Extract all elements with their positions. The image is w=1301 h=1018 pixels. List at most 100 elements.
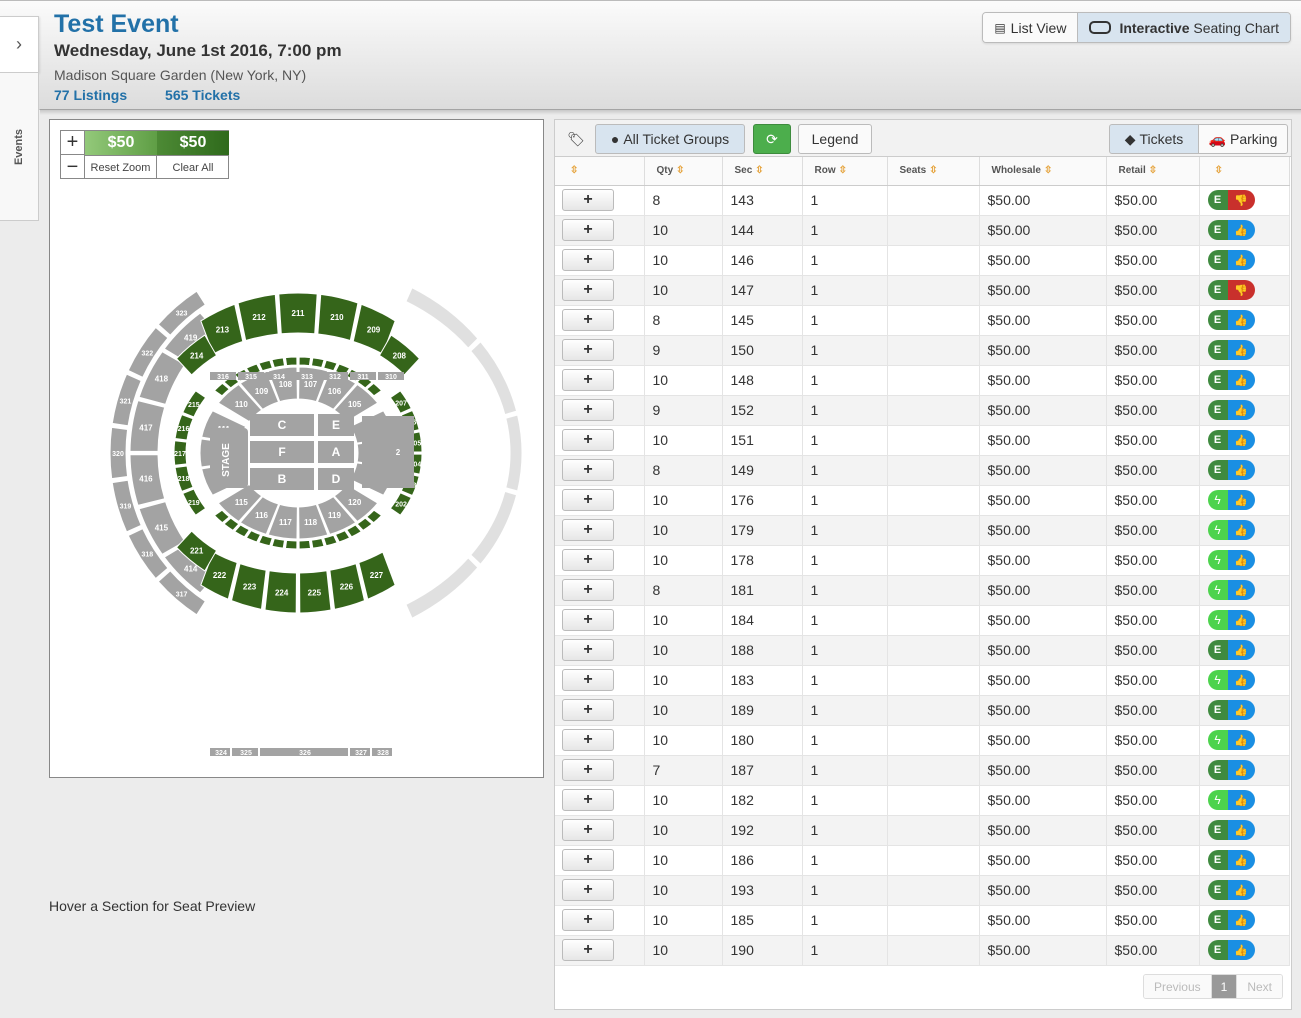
section-200-box[interactable] <box>284 539 298 550</box>
table-row[interactable]: +8 181 1 $50.00 $50.00 ϟ 👍 <box>555 575 1290 606</box>
section-300-right[interactable] <box>405 287 479 349</box>
section-300-right[interactable] <box>405 557 479 619</box>
seating-chart-button[interactable]: Interactive Seating Chart <box>1077 13 1290 42</box>
thumbs-up-icon[interactable]: 👍 <box>1227 610 1255 630</box>
section-200-box[interactable] <box>323 359 338 372</box>
thumbs-up-icon[interactable]: 👍 <box>1227 460 1255 480</box>
arena-map[interactable]: 3173183193203213223234144154164174184192… <box>50 240 543 770</box>
parking-tab[interactable]: 🚗 Parking <box>1198 124 1288 154</box>
add-ticket-button[interactable]: + <box>562 399 614 421</box>
column-header-add[interactable]: ⇳ <box>555 157 645 186</box>
add-ticket-button[interactable]: + <box>562 249 614 271</box>
thumbs-up-icon[interactable]: 👍 <box>1227 760 1255 780</box>
column-header-badges[interactable]: ⇳ <box>1199 157 1290 186</box>
section-200-box[interactable] <box>271 357 286 369</box>
table-row[interactable]: +8 149 1 $50.00 $50.00 E 👍 <box>555 455 1290 486</box>
table-row[interactable]: +10 188 1 $50.00 $50.00 E 👍 <box>555 635 1290 666</box>
thumbs-up-icon[interactable]: 👍 <box>1227 430 1255 450</box>
section-200-box[interactable] <box>245 530 262 543</box>
thumbs-up-icon[interactable]: 👍 <box>1227 670 1255 690</box>
table-row[interactable]: +10 146 1 $50.00 $50.00 E 👍 <box>555 245 1290 276</box>
thumbs-up-icon[interactable]: 👍 <box>1227 790 1255 810</box>
table-row[interactable]: +10 148 1 $50.00 $50.00 E 👍 <box>555 365 1290 396</box>
add-ticket-button[interactable]: + <box>562 309 614 331</box>
thumbs-up-icon[interactable]: 👍 <box>1227 940 1255 960</box>
price-min[interactable]: $50 <box>85 131 157 155</box>
tag-icon[interactable]: 🏷 <box>561 124 591 154</box>
add-ticket-button[interactable]: + <box>562 789 614 811</box>
section-200-box[interactable] <box>298 539 312 550</box>
section-300-right[interactable] <box>470 490 518 565</box>
next-page-button[interactable]: Next <box>1237 975 1282 998</box>
events-tab[interactable]: Events <box>0 73 39 221</box>
table-row[interactable]: +10 190 1 $50.00 $50.00 E 👍 <box>555 935 1290 966</box>
table-row[interactable]: +10 193 1 $50.00 $50.00 E 👍 <box>555 875 1290 906</box>
column-header-row[interactable]: Row ⇳ <box>802 157 888 186</box>
table-row[interactable]: +10 147 1 $50.00 $50.00 E 👎 <box>555 275 1290 306</box>
table-row[interactable]: +9 152 1 $50.00 $50.00 E 👍 <box>555 395 1290 426</box>
legend-button[interactable]: Legend <box>798 124 872 154</box>
seating-map-panel[interactable]: + − $50 $50 Reset Zoom Clear All 317 318 3… <box>49 119 544 778</box>
zoom-out-button[interactable]: − <box>61 155 85 179</box>
sidebar-toggle-button[interactable]: › <box>0 16 39 73</box>
thumbs-up-icon[interactable]: 👍 <box>1227 640 1255 660</box>
add-ticket-button[interactable]: + <box>562 609 614 631</box>
section-200-box[interactable] <box>284 356 298 367</box>
section-200-box[interactable] <box>258 534 273 547</box>
column-header-retail[interactable]: Retail ⇳ <box>1106 157 1200 186</box>
add-ticket-button[interactable]: + <box>562 819 614 841</box>
table-row[interactable]: +10 151 1 $50.00 $50.00 E 👍 <box>555 425 1290 456</box>
table-row[interactable]: +10 183 1 $50.00 $50.00 ϟ 👍 <box>555 665 1290 696</box>
table-row[interactable]: +10 182 1 $50.00 $50.00 ϟ 👍 <box>555 785 1290 816</box>
add-ticket-button[interactable]: + <box>562 879 614 901</box>
add-ticket-button[interactable]: + <box>562 489 614 511</box>
thumbs-up-icon[interactable]: 👍 <box>1227 250 1255 270</box>
table-row[interactable]: +10 179 1 $50.00 $50.00 ϟ 👍 <box>555 515 1290 546</box>
add-ticket-button[interactable]: + <box>562 549 614 571</box>
add-ticket-button[interactable]: + <box>562 519 614 541</box>
table-row[interactable]: +10 144 1 $50.00 $50.00 E 👍 <box>555 215 1290 246</box>
thumbs-up-icon[interactable]: 👍 <box>1227 820 1255 840</box>
thumbs-down-icon[interactable]: 👎 <box>1227 190 1255 210</box>
thumbs-up-icon[interactable]: 👍 <box>1227 700 1255 720</box>
thumbs-up-icon[interactable]: 👍 <box>1227 400 1255 420</box>
table-row[interactable]: +8 143 1 $50.00 $50.00 E 👎 <box>555 185 1290 216</box>
section-300-right[interactable] <box>505 414 523 492</box>
thumbs-up-icon[interactable]: 👍 <box>1227 730 1255 750</box>
zoom-in-button[interactable]: + <box>61 131 85 155</box>
add-ticket-button[interactable]: + <box>562 729 614 751</box>
add-ticket-button[interactable]: + <box>562 909 614 931</box>
list-view-button[interactable]: ▤ List View <box>983 13 1078 42</box>
table-row[interactable]: +10 176 1 $50.00 $50.00 ϟ 👍 <box>555 485 1290 516</box>
add-ticket-button[interactable]: + <box>562 849 614 871</box>
add-ticket-button[interactable]: + <box>562 189 614 211</box>
section-200-box[interactable] <box>298 356 312 367</box>
floor-section[interactable] <box>362 416 414 488</box>
add-ticket-button[interactable]: + <box>562 339 614 361</box>
thumbs-up-icon[interactable]: 👍 <box>1227 850 1255 870</box>
column-header-qty[interactable]: Qty ⇳ <box>644 157 723 186</box>
section-200-box[interactable] <box>323 534 338 547</box>
add-ticket-button[interactable]: + <box>562 699 614 721</box>
add-ticket-button[interactable]: + <box>562 279 614 301</box>
add-ticket-button[interactable]: + <box>562 579 614 601</box>
thumbs-up-icon[interactable]: 👍 <box>1227 490 1255 510</box>
add-ticket-button[interactable]: + <box>562 429 614 451</box>
add-ticket-button[interactable]: + <box>562 669 614 691</box>
table-row[interactable]: +10 184 1 $50.00 $50.00 ϟ 👍 <box>555 605 1290 636</box>
reset-zoom-button[interactable]: Reset Zoom <box>85 155 157 179</box>
section-200-box[interactable] <box>334 530 351 543</box>
table-row[interactable]: +10 180 1 $50.00 $50.00 ϟ 👍 <box>555 725 1290 756</box>
section-200-box[interactable] <box>310 537 325 549</box>
tickets-link[interactable]: 565 Tickets <box>165 87 240 103</box>
thumbs-up-icon[interactable]: 👍 <box>1227 880 1255 900</box>
thumbs-down-icon[interactable]: 👎 <box>1227 280 1255 300</box>
section-200-box[interactable] <box>258 359 273 372</box>
add-ticket-button[interactable]: + <box>562 459 614 481</box>
table-row[interactable]: +10 192 1 $50.00 $50.00 E 👍 <box>555 815 1290 846</box>
add-ticket-button[interactable]: + <box>562 939 614 961</box>
table-row[interactable]: +10 186 1 $50.00 $50.00 E 👍 <box>555 845 1290 876</box>
thumbs-up-icon[interactable]: 👍 <box>1227 220 1255 240</box>
thumbs-up-icon[interactable]: 👍 <box>1227 580 1255 600</box>
thumbs-up-icon[interactable]: 👍 <box>1227 910 1255 930</box>
